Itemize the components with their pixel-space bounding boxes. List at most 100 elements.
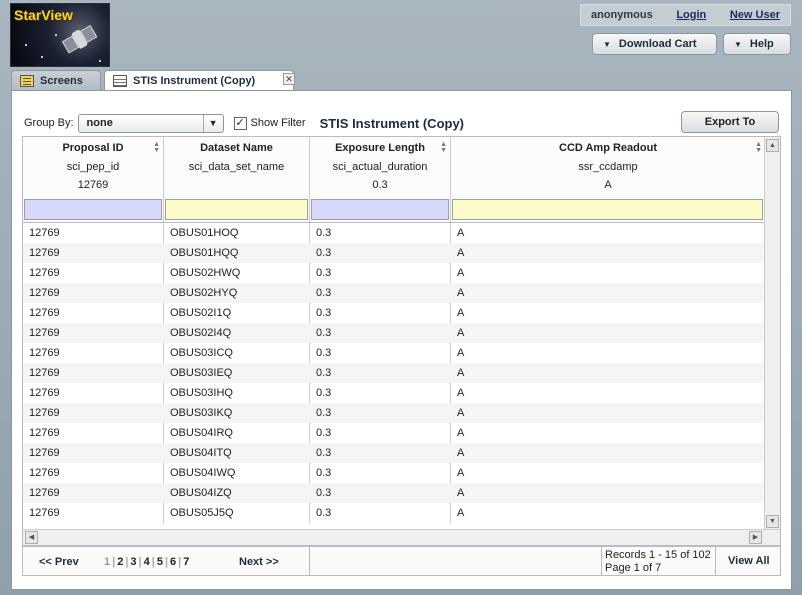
table-cell: OBUS04IZQ [170, 487, 232, 499]
view-all-link[interactable]: View All [728, 555, 770, 567]
table-cell: 0.3 [316, 307, 332, 319]
page-separator: | [151, 556, 155, 568]
table-row[interactable]: 12769 OBUS02I1Q 0.3 A [23, 303, 765, 323]
table-cell: 0.3 [316, 427, 332, 439]
table-row[interactable]: 12769 OBUS03IHQ 0.3 A [23, 383, 765, 403]
table-cell: 12769 [29, 307, 60, 319]
table-row[interactable]: 12769 OBUS02HYQ 0.3 A [23, 283, 765, 303]
table-row[interactable]: 12769 OBUS04IZQ 0.3 A [23, 483, 765, 503]
table-row[interactable]: 12769 OBUS05J5Q 0.3 A [23, 503, 765, 523]
records-range: Records 1 - 15 of 102 [605, 549, 711, 561]
user-bar: anonymous Login New User [580, 4, 791, 26]
scroll-up-icon[interactable]: ▲ [766, 139, 779, 152]
table-cell: A [457, 507, 465, 519]
table-cell: 0.3 [316, 287, 332, 299]
page-link[interactable]: 5 [157, 556, 163, 568]
table-row[interactable]: 12769 OBUS04IWQ 0.3 A [23, 463, 765, 483]
page-link[interactable]: 7 [183, 556, 189, 568]
column-field: sci_pep_id [66, 161, 120, 173]
table-cell: OBUS02I1Q [170, 307, 232, 319]
table-cell: OBUS03IEQ [170, 367, 233, 379]
login-link[interactable]: Login [676, 9, 706, 21]
new-user-link[interactable]: New User [730, 9, 780, 21]
horizontal-scrollbar[interactable]: ◀ ▶ [23, 529, 780, 545]
toolbar: Group By: none ▼ ✓ Show Filter STIS Inst… [24, 111, 779, 135]
dropdown-triangle-icon: ▼ [734, 39, 742, 49]
page-separator: | [164, 556, 169, 568]
page-link[interactable]: 3 [130, 556, 136, 568]
table-row[interactable]: 12769 OBUS01HQQ 0.3 A [23, 243, 765, 263]
next-page-link[interactable]: Next >> [239, 556, 279, 568]
table-cell: 0.3 [316, 487, 332, 499]
table-cell: 12769 [29, 367, 60, 379]
table-cell: 0.3 [316, 327, 332, 339]
table-cell: 12769 [29, 287, 60, 299]
starview-logo[interactable]: StarView [10, 3, 110, 67]
page-link[interactable]: 6 [170, 556, 176, 568]
table-row[interactable]: 12769 OBUS02HWQ 0.3 A [23, 263, 765, 283]
sort-icon[interactable]: ▲ ▼ [755, 141, 762, 154]
tab-stis-instrument[interactable]: STIS Instrument (Copy) ✕ [104, 70, 295, 91]
tab-screens[interactable]: Screens [11, 70, 101, 90]
main-panel: Group By: none ▼ ✓ Show Filter STIS Inst… [11, 90, 792, 590]
page-count: Page 1 of 7 [605, 562, 662, 574]
page-title: STIS Instrument (Copy) [319, 115, 465, 131]
vertical-scrollbar[interactable]: ▲ ▼ [764, 137, 780, 530]
page-link[interactable]: 4 [144, 556, 150, 568]
scroll-left-icon[interactable]: ◀ [25, 531, 38, 544]
table-cell: 12769 [29, 387, 60, 399]
page-link[interactable]: 2 [117, 556, 123, 568]
filter-input-ccd-amp-readout[interactable] [452, 199, 763, 220]
page-separator: | [125, 556, 129, 568]
page-numbers: 1 | 2 | 3 | 4 | 5 | 6 | 7 [102, 556, 191, 568]
scroll-down-icon[interactable]: ▼ [766, 515, 779, 528]
table-row[interactable]: 12769 OBUS03IKQ 0.3 A [23, 403, 765, 423]
help-button[interactable]: ▼ Help [723, 33, 791, 55]
table-row[interactable]: 12769 OBUS03IEQ 0.3 A [23, 363, 765, 383]
table-cell: 0.3 [316, 347, 332, 359]
column-title: Dataset Name [200, 142, 273, 154]
table-cell: 12769 [29, 467, 60, 479]
table-cell: OBUS03ICQ [170, 347, 233, 359]
column-title: CCD Amp Readout [559, 142, 657, 154]
table-icon [113, 75, 127, 87]
table-row[interactable]: 12769 OBUS02I4Q 0.3 A [23, 323, 765, 343]
table-row[interactable]: 12769 OBUS04IRQ 0.3 A [23, 423, 765, 443]
table-cell: 0.3 [316, 507, 332, 519]
close-tab-icon[interactable]: ✕ [283, 73, 295, 85]
column-example: 12769 [77, 179, 109, 191]
table-cell: 12769 [29, 447, 60, 459]
table-cell: OBUS04ITQ [170, 447, 232, 459]
sort-icon[interactable]: ▲ ▼ [153, 141, 160, 154]
group-by-select[interactable]: none ▼ [77, 113, 224, 133]
sort-icon[interactable]: ▲ ▼ [440, 141, 447, 154]
export-to-button[interactable]: Export To [681, 111, 779, 133]
page-link[interactable]: 1 [104, 556, 110, 568]
download-cart-button[interactable]: ▼ Download Cart [592, 33, 717, 55]
column-field: ssr_ccdamp [578, 161, 638, 173]
star-decoration [41, 56, 43, 58]
page-separator: | [138, 556, 142, 568]
show-filter-checkbox[interactable]: ✓ [233, 116, 247, 130]
scroll-right-icon[interactable]: ▶ [749, 531, 762, 544]
chevron-down-icon: ▼ [202, 114, 223, 132]
group-by-value: none [86, 117, 113, 129]
table-cell: 12769 [29, 327, 60, 339]
table-row[interactable]: 12769 OBUS03ICQ 0.3 A [23, 343, 765, 363]
tab-label: STIS Instrument (Copy) [133, 75, 256, 87]
table-cell: 12769 [29, 347, 60, 359]
screens-icon [20, 74, 34, 87]
table-cell: A [457, 267, 465, 279]
table-row[interactable]: 12769 OBUS01HOQ 0.3 A [23, 223, 765, 243]
filter-input-proposal-id[interactable] [24, 199, 162, 220]
prev-page-link[interactable]: << Prev [39, 556, 79, 568]
star-decoration [99, 60, 101, 62]
table-cell: OBUS05J5Q [170, 507, 234, 519]
filter-input-exposure-length[interactable] [311, 199, 449, 220]
filter-input-dataset-name[interactable] [165, 199, 308, 220]
table-cell: 0.3 [316, 367, 332, 379]
grid-body: 12769 OBUS01HOQ 0.3 A 12769 OBUS01HQQ 0.3 A 1276… [23, 223, 765, 523]
column-example: A [604, 179, 612, 191]
table-row[interactable]: 12769 OBUS04ITQ 0.3 A [23, 443, 765, 463]
table-cell: A [457, 487, 465, 499]
